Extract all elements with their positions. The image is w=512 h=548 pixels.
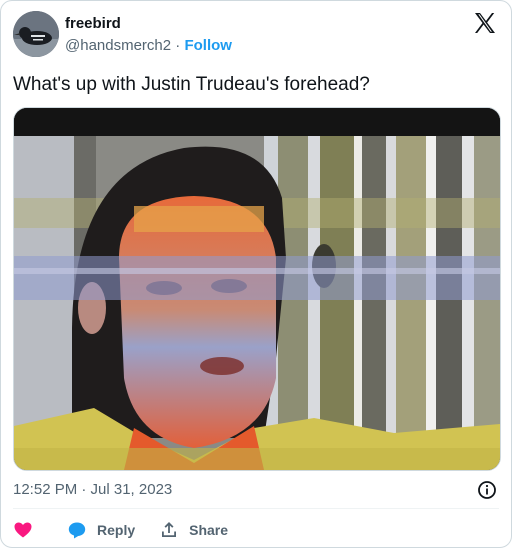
action-bar: Reply Share [13, 517, 228, 543]
divider [13, 508, 499, 509]
share-icon [162, 522, 177, 537]
share-label: Share [189, 522, 229, 538]
tweet-media-image[interactable] [13, 107, 501, 471]
avatar[interactable] [13, 11, 59, 57]
author-name[interactable]: freebird [65, 15, 121, 33]
tweet-card: freebird @handsmerch2 · Follow What's up… [0, 0, 512, 548]
reply-icon [68, 522, 86, 539]
avatar-image [13, 11, 59, 57]
follow-button[interactable]: Follow [184, 37, 232, 54]
share-button[interactable]: Share [159, 517, 228, 543]
reply-label: Reply [97, 522, 136, 538]
info-icon[interactable] [477, 480, 497, 500]
x-logo-icon[interactable] [473, 11, 497, 35]
like-button[interactable] [13, 517, 33, 543]
author-handle[interactable]: @handsmerch2 [65, 37, 171, 54]
author-handle-row: @handsmerch2 · Follow [65, 37, 232, 55]
tweet-text: What's up with Justin Trudeau's forehead… [13, 74, 370, 95]
reply-button[interactable]: Reply [67, 517, 135, 543]
heart-icon [14, 522, 32, 538]
handle-separator: · [175, 37, 181, 54]
tweet-timestamp[interactable]: 12:52 PM · Jul 31, 2023 [13, 481, 172, 499]
